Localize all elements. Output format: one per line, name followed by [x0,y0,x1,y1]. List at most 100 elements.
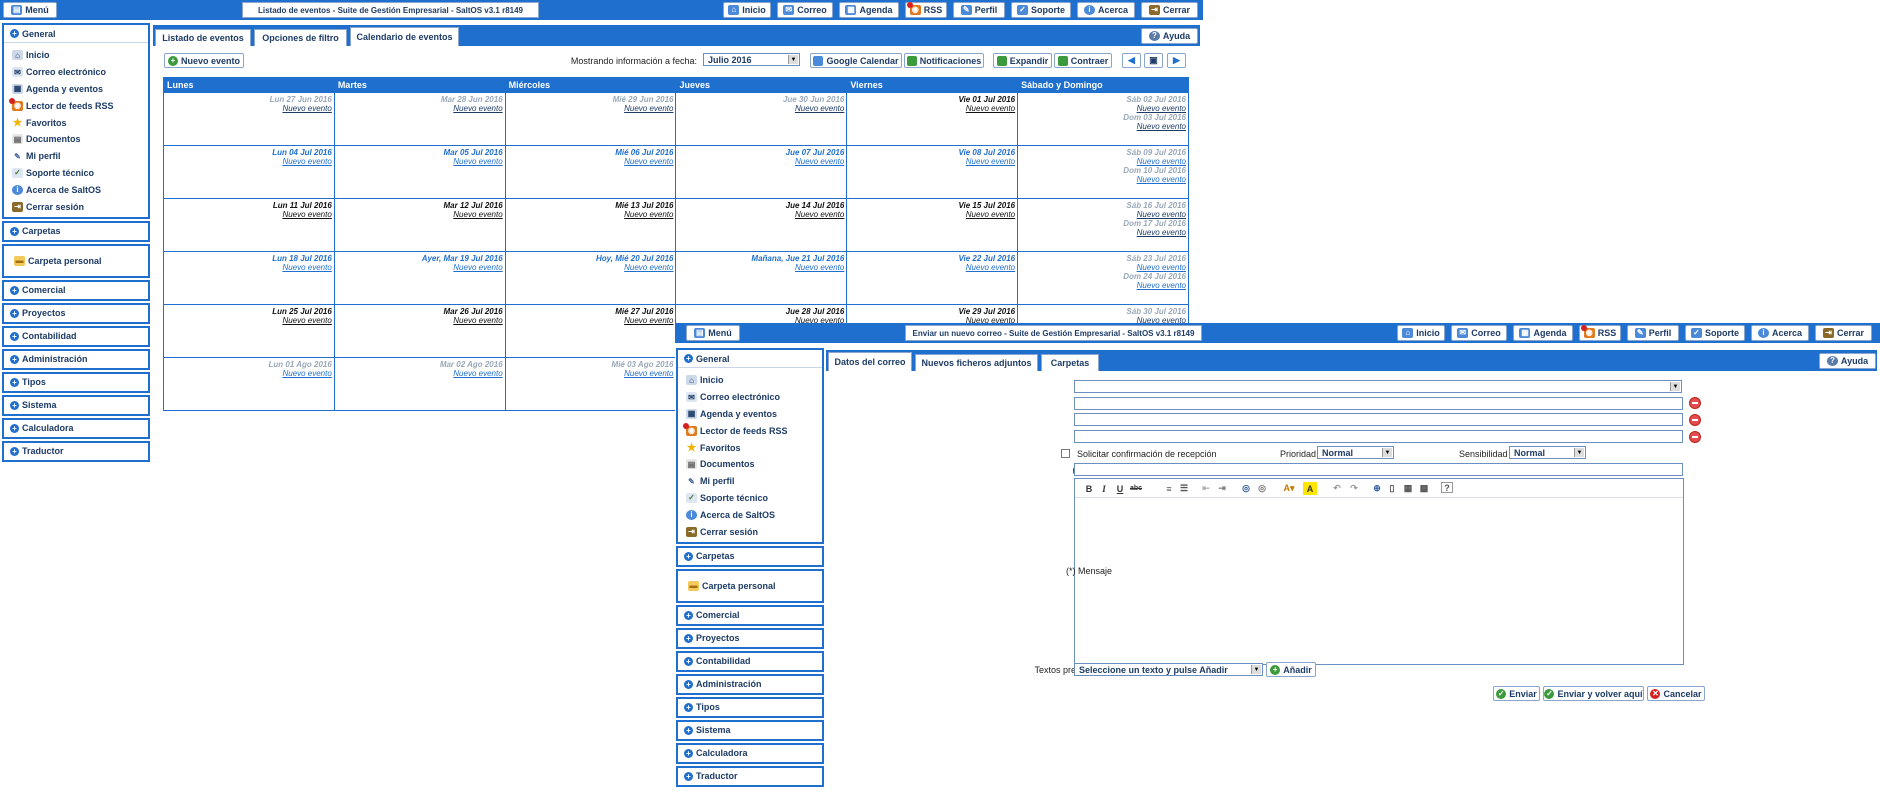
sidebar-item-correo[interactable]: ✉ Correo electrónico [12,64,148,81]
sidebar-item-cerrar[interactable]: ⇥ Cerrar sesión [686,523,822,540]
sidebar-item-agenda[interactable]: ▦ Agenda y eventos [12,81,148,98]
ayuda-button[interactable]: ? Ayuda [1141,28,1198,44]
calendar-day-cell[interactable]: Jue 14 Jul 2016 Nuevo evento [675,198,848,252]
nuevo-evento-link[interactable]: Nuevo evento [506,369,673,378]
nuevo-evento-link[interactable]: Nuevo evento [676,263,844,272]
indent-icon[interactable]: ⇥ [1215,482,1229,495]
nuevo-evento-link[interactable]: Nuevo evento [1018,104,1186,113]
section-header-carpetas[interactable]: + Carpetas [678,548,822,565]
perfil-button[interactable]: ✎ Perfil [953,2,1005,18]
section-header-contabilidad[interactable]: + Contabilidad [678,653,822,670]
nuevo-evento-link[interactable]: Nuevo evento [335,263,502,272]
calendar-day-cell[interactable]: Lun 11 Jul 2016 Nuevo evento [163,198,335,252]
redo-icon[interactable]: ↷ [1347,482,1361,495]
cc-input[interactable] [1074,413,1683,426]
sidebar-item-soporte[interactable]: ✓ Soporte técnico [686,490,822,507]
confirmacion-checkbox[interactable] [1061,449,1070,458]
section-header-calculadora[interactable]: + Calculadora [4,420,148,437]
section-header-tipos[interactable]: + Tipos [678,699,822,716]
message-editor[interactable]: B I U abc ≡ ☰ ⇤ ⇥ ◎ ◎ A▾ A ↶ ↷ ⊕ ▯ ▦ ▩ ? [1074,478,1684,665]
correo-button[interactable]: ✉ Correo [1451,325,1507,341]
de-select[interactable]: ▼ [1074,380,1682,393]
section-header-comercial[interactable]: + Comercial [4,282,148,299]
section-header-administracion[interactable]: + Administración [4,351,148,368]
section-header-sistema[interactable]: + Sistema [4,397,148,414]
tab-opciones[interactable]: Opciones de filtro [254,29,347,46]
sensibilidad-select[interactable]: Normal ▼ [1509,446,1586,459]
nuevo-evento-link[interactable]: Nuevo evento [847,210,1015,219]
section-header-proyectos[interactable]: + Proyectos [4,305,148,322]
section-header-administracion[interactable]: + Administración [678,676,822,693]
tab-listado[interactable]: Listado de eventos [155,29,251,46]
italic-icon[interactable]: I [1097,482,1111,495]
table-icon[interactable]: ▦ [1401,482,1415,495]
calendar-day-cell[interactable]: Jue 07 Jul 2016 Nuevo evento [675,145,848,199]
nuevo-evento-link[interactable]: Nuevo evento [506,104,673,113]
enviar-volver-button[interactable]: ✓ Enviar y volver aquí [1543,686,1644,701]
calendar-day-cell[interactable]: Hoy, Mié 20 Jul 2016 Nuevo evento [504,251,677,305]
calendar-day-cell[interactable]: Vie 22 Jul 2016 Nuevo evento [846,251,1019,305]
prioridad-select[interactable]: Normal ▼ [1317,446,1394,459]
perfil-button[interactable]: ✎ Perfil [1627,325,1679,341]
image-icon[interactable]: ▩ [1417,482,1431,495]
sidebar-item-correo[interactable]: ✉ Correo electrónico [686,389,822,406]
notificaciones-button[interactable]: Notificaciones [904,53,984,68]
sidebar-item-acerca[interactable]: i Acerca de SaltOS [686,506,822,523]
nuevo-evento-link[interactable]: Nuevo evento [164,157,331,166]
section-header-carpetas[interactable]: + Carpetas [4,223,148,240]
calendar-day-cell[interactable]: Vie 01 Jul 2016 Nuevo evento [846,92,1019,146]
tab-calendario[interactable]: Calendario de eventos [350,27,459,46]
remove-bcc-button[interactable] [1689,431,1701,443]
nuevo-evento-link[interactable]: Nuevo evento [164,263,331,272]
nuevo-evento-link[interactable]: Nuevo evento [164,316,331,325]
calendar-day-cell[interactable]: Mié 13 Jul 2016 Nuevo evento [504,198,677,252]
expandir-button[interactable]: Expandir [993,53,1052,68]
numbered-list-icon[interactable]: ≡ [1162,482,1176,495]
calendar-day-cell[interactable]: Mar 12 Jul 2016 Nuevo evento [333,198,506,252]
correo-button[interactable]: ✉ Correo [777,2,833,18]
sidebar-item-acerca[interactable]: i Acerca de SaltOS [12,181,148,198]
sidebar-item-perfil[interactable]: ✎ Mi perfil [12,148,148,165]
nuevo-evento-link[interactable]: Nuevo evento [164,210,331,219]
bulleted-list-icon[interactable]: ☰ [1177,482,1191,495]
inicio-button[interactable]: ⌂ Inicio [1397,325,1445,341]
menu-button[interactable]: ▤ Menú [3,2,57,18]
nuevo-evento-link[interactable]: Nuevo evento [164,104,331,113]
section-header-general[interactable]: + General [678,350,822,367]
section-header-proyectos[interactable]: + Proyectos [678,630,822,647]
sidebar-item-soporte[interactable]: ✓ Soporte técnico [12,165,148,182]
tab-carpetas[interactable]: Carpetas [1041,354,1099,371]
calendar-day-cell[interactable]: Mar 02 Ago 2016 Nuevo evento [333,357,506,411]
agenda-button[interactable]: ▦ Agenda [1513,325,1573,341]
nuevo-evento-link[interactable]: Nuevo evento [1018,210,1186,219]
soporte-button[interactable]: ✓ Soporte [1685,325,1745,341]
nuevo-evento-button[interactable]: + Nuevo evento [164,53,244,68]
calendar-day-cell[interactable]: Mié 03 Ago 2016 Nuevo evento [504,357,677,411]
rss-button[interactable]: ◉ RSS [1579,325,1621,341]
underline-icon[interactable]: U [1113,482,1127,495]
inicio-button[interactable]: ⌂ Inicio [723,2,771,18]
calendar-day-cell[interactable]: Sáb 02 Jul 2016 Nuevo evento Dom 03 Jul 20… [1017,92,1189,146]
strikethrough-icon[interactable]: abc [1129,482,1143,495]
nuevo-evento-link[interactable]: Nuevo evento [1018,263,1186,272]
sidebar-item-rss[interactable]: ◉ Lector de feeds RSS [9,97,148,114]
ayuda-button[interactable]: ? Ayuda [1819,353,1876,369]
month-select[interactable]: Julio 2016 ▼ [703,53,800,66]
calendar-day-cell[interactable]: Mar 26 Jul 2016 Nuevo evento [333,304,506,358]
calendar-day-cell[interactable]: Sáb 23 Jul 2016 Nuevo evento Dom 24 Jul 20… [1017,251,1189,305]
source-icon[interactable]: ▯ [1385,482,1399,495]
today-button[interactable]: ▣ [1144,53,1163,68]
nuevo-evento-link[interactable]: Nuevo evento [847,157,1015,166]
calendar-day-cell[interactable]: Mié 27 Jul 2016 Nuevo evento [504,304,677,358]
prev-month-button[interactable]: ◀ [1122,53,1141,68]
sidebar-item-inicio[interactable]: ⌂ Inicio [686,372,822,389]
tab-datos-correo[interactable]: Datos del correo [828,352,912,371]
nuevo-evento-link[interactable]: Nuevo evento [1018,122,1186,131]
asunto-input[interactable] [1074,463,1683,476]
calendar-day-cell[interactable]: Vie 15 Jul 2016 Nuevo evento [846,198,1019,252]
sidebar-item-perfil[interactable]: ✎ Mi perfil [686,473,822,490]
calendar-day-cell[interactable]: Jue 30 Jun 2016 Nuevo evento [675,92,848,146]
sidebar-item-favoritos[interactable]: ★ Favoritos [686,439,822,456]
acerca-button[interactable]: i Acerca [1751,325,1809,341]
menu-button[interactable]: ▤ Menú [686,325,740,341]
